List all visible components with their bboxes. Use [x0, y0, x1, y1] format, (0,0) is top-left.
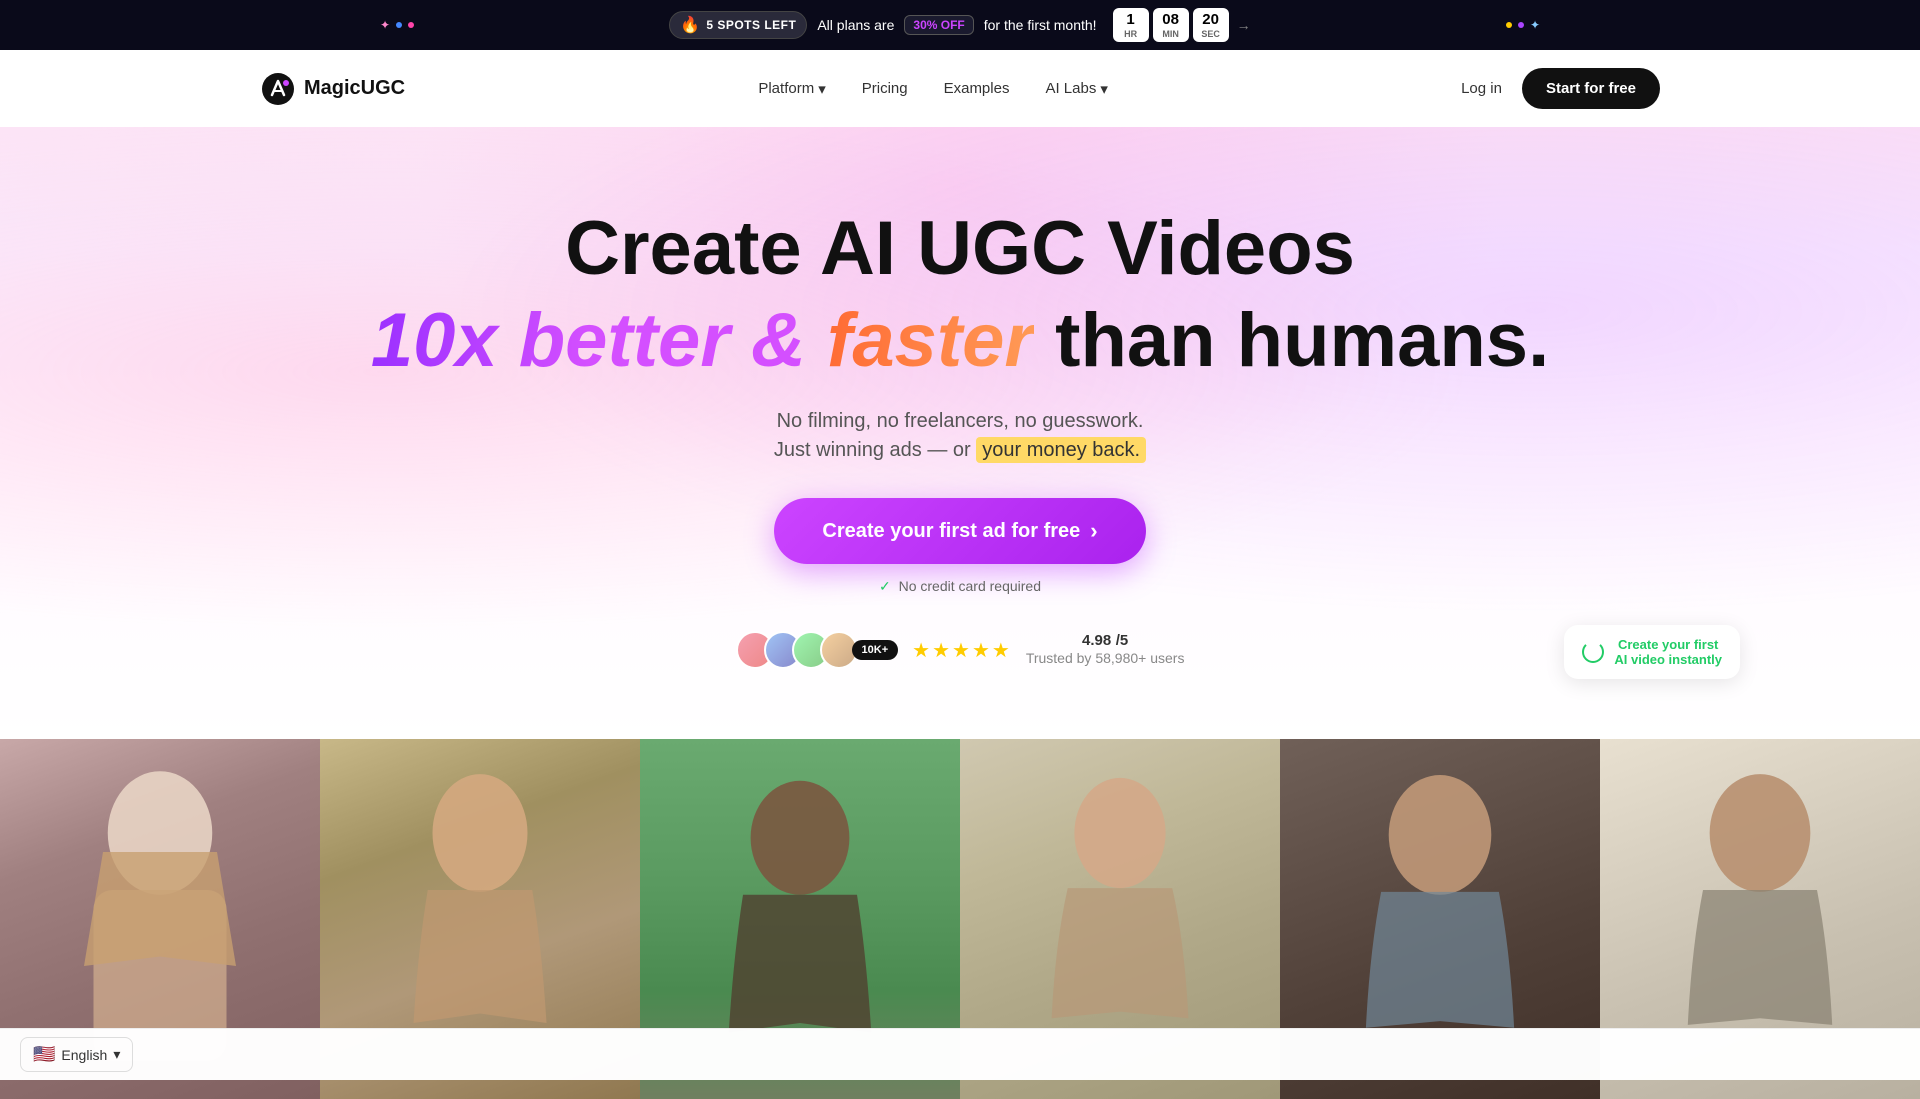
trusted-text: Trusted by 58,980+ users: [1026, 650, 1185, 666]
minutes-value: 08: [1161, 11, 1181, 29]
navbar: MagicUGC Platform ▾ Pricing Examples AI …: [0, 50, 1920, 127]
rating-value: 4.98: [1082, 632, 1111, 649]
nav-item-examples[interactable]: Examples: [944, 80, 1010, 97]
flag-icon: 🇺🇸: [33, 1044, 55, 1065]
logo-icon: [260, 71, 296, 107]
logo[interactable]: MagicUGC: [260, 71, 405, 107]
hero-desc2-before: Just winning ads — or: [774, 439, 971, 461]
cta-button-text: Create your first ad for free: [822, 520, 1080, 543]
check-icon: ✓: [879, 578, 891, 594]
tooltip-line2: AI video instantly: [1614, 652, 1722, 667]
language-selector[interactable]: 🇺🇸 English ▾: [20, 1037, 133, 1072]
platform-label: Platform: [758, 80, 814, 97]
discount-badge: 30% OFF: [904, 15, 973, 35]
star-icons: ★★★★★: [912, 640, 1012, 662]
top-banner: ✦ 🔥 5 SPOTS LEFT All plans are 30% OFF f…: [0, 0, 1920, 50]
users-count-badge: 10K+: [852, 640, 899, 660]
hours-value: 1: [1121, 11, 1141, 29]
platform-chevron-icon: ▾: [818, 80, 826, 98]
minutes-unit: 08 MIN: [1153, 8, 1189, 42]
hero-gradient-orange: faster: [827, 298, 1034, 383]
pricing-link[interactable]: Pricing: [862, 80, 908, 97]
ailabs-link[interactable]: AI Labs ▾: [1045, 80, 1107, 98]
star-icon: ✦: [380, 18, 390, 32]
confetti-left: ✦: [380, 18, 414, 32]
examples-link[interactable]: Examples: [944, 80, 1010, 97]
rating-info: 4.98 /5 Trusted by 58,980+ users: [1026, 632, 1185, 668]
nav-item-pricing[interactable]: Pricing: [862, 80, 908, 97]
floating-tooltip: Create your first AI video instantly: [1564, 625, 1740, 679]
logo-text: MagicUGC: [304, 77, 405, 100]
bottom-bar: 🇺🇸 English ▾: [0, 1028, 1920, 1080]
plans-text: All plans are: [817, 17, 894, 33]
fire-emoji: 🔥: [680, 15, 700, 35]
cta-wrapper: Create your first ad for free ›: [774, 498, 1145, 578]
timer-arrow-icon[interactable]: →: [1237, 17, 1251, 33]
dot-yellow: [1506, 22, 1512, 28]
platform-link[interactable]: Platform ▾: [758, 80, 825, 98]
for-first-month-text: for the first month!: [984, 17, 1097, 33]
no-cc-text: No credit card required: [899, 578, 1041, 594]
countdown-timer: 1 HR 08 MIN 20 SEC →: [1113, 8, 1251, 42]
minutes-label: MIN: [1161, 29, 1181, 39]
dot-purple: [1518, 22, 1524, 28]
spots-text: 5 SPOTS LEFT: [706, 18, 796, 32]
ailabs-chevron-icon: ▾: [1100, 80, 1108, 98]
examples-label: Examples: [944, 80, 1010, 97]
avatar-group: 10K+: [736, 631, 899, 669]
hero-desc1: No filming, no freelancers, no guesswork…: [20, 410, 1900, 433]
nav-links: Platform ▾ Pricing Examples AI Labs ▾: [758, 80, 1108, 98]
ailabs-label: AI Labs: [1045, 80, 1096, 97]
language-label: English: [61, 1047, 107, 1063]
pricing-label: Pricing: [862, 80, 908, 97]
hero-title-suffix: than humans.: [1055, 298, 1549, 383]
cta-arrow-icon: ›: [1090, 518, 1097, 544]
rating-max: /5: [1116, 632, 1129, 649]
nav-item-ailabs[interactable]: AI Labs ▾: [1045, 80, 1107, 98]
loading-spinner-icon: [1582, 641, 1604, 663]
start-free-button[interactable]: Start for free: [1522, 68, 1660, 109]
login-button[interactable]: Log in: [1461, 80, 1502, 97]
hero-gradient-purple: 10x better &: [371, 298, 806, 383]
hero-title-line2: 10x better & faster than humans.: [20, 299, 1900, 383]
confetti-right: ✦: [1506, 18, 1540, 32]
no-credit-card-text: ✓ No credit card required: [20, 578, 1900, 595]
spots-badge: 🔥 5 SPOTS LEFT: [669, 11, 807, 39]
dot-pink: [408, 22, 414, 28]
nav-item-platform[interactable]: Platform ▾: [758, 80, 825, 98]
nav-right: Log in Start for free: [1461, 68, 1660, 109]
tooltip-text: Create your first AI video instantly: [1614, 637, 1722, 667]
hours-unit: 1 HR: [1113, 8, 1149, 42]
dot-blue: [396, 22, 402, 28]
stars-row: ★★★★★: [912, 638, 1012, 663]
hero-desc2: Just winning ads — or your money back.: [20, 439, 1900, 462]
hours-label: HR: [1121, 29, 1141, 39]
hero-title-line1: Create AI UGC Videos: [20, 207, 1900, 291]
language-chevron-icon: ▾: [113, 1046, 120, 1063]
seconds-value: 20: [1201, 11, 1221, 29]
star-right-icon: ✦: [1530, 18, 1540, 32]
tooltip-line1: Create your first: [1614, 637, 1722, 652]
seconds-unit: 20 SEC: [1193, 8, 1229, 42]
money-back-highlight: your money back.: [976, 437, 1146, 463]
cta-button[interactable]: Create your first ad for free ›: [774, 498, 1145, 564]
seconds-label: SEC: [1201, 29, 1221, 39]
hero-section: Create AI UGC Videos 10x better & faster…: [0, 127, 1920, 739]
